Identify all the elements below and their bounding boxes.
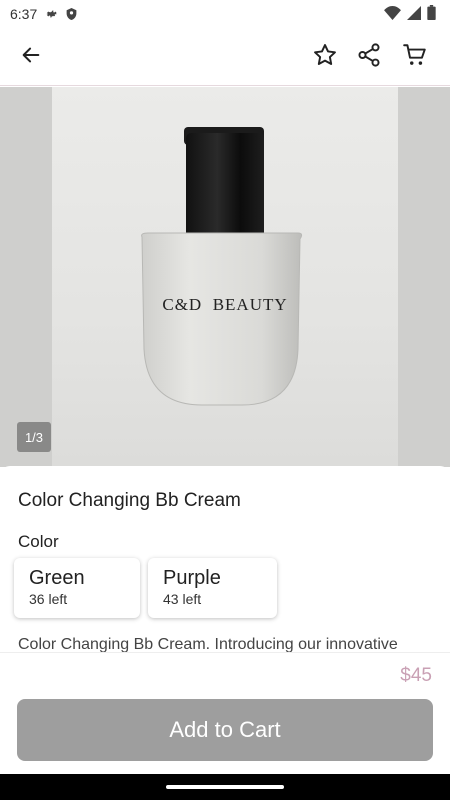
gallery-side-right <box>398 87 450 467</box>
color-label: Color <box>18 532 59 551</box>
wifi-icon <box>384 5 401 23</box>
gallery-side-left <box>0 87 52 467</box>
system-navigation-bar <box>0 774 450 800</box>
cart-button[interactable] <box>398 40 432 74</box>
purchase-footer: $45 Add to Cart <box>0 652 450 774</box>
favorite-button[interactable] <box>308 40 342 74</box>
add-to-cart-button[interactable]: Add to Cart <box>17 699 433 761</box>
back-button[interactable] <box>14 40 48 74</box>
battery-icon <box>427 5 436 23</box>
product-photo <box>52 87 398 467</box>
share-icon <box>356 42 382 73</box>
gear-icon <box>45 7 59 21</box>
product-price: $45 <box>400 665 432 686</box>
product-title: Color Changing Bb Cream <box>18 490 241 511</box>
status-time: 6:37 <box>10 6 38 22</box>
color-option-name: Purple <box>163 567 221 589</box>
color-option-purple[interactable]: Purple 43 left <box>148 558 277 618</box>
color-option-stock: 43 left <box>163 591 202 607</box>
signal-icon <box>407 5 421 23</box>
product-image-gallery[interactable]: C&D BEAUTY 1/3 <box>0 87 450 467</box>
image-counter: 1/3 <box>17 422 51 452</box>
product-details-sheet: Color Changing Bb Cream Color Green 36 l… <box>0 466 450 652</box>
color-option-stock: 36 left <box>29 591 68 607</box>
share-button[interactable] <box>352 40 386 74</box>
color-option-green[interactable]: Green 36 left <box>14 558 140 618</box>
color-option-name: Green <box>29 567 85 589</box>
product-description: Color Changing Bb Cream. Introducing our… <box>18 636 398 652</box>
star-icon <box>312 42 338 73</box>
status-bar: 6:37 <box>0 0 450 28</box>
home-gesture-handle[interactable] <box>166 785 284 789</box>
shield-icon <box>65 7 78 21</box>
product-brand-label: C&D BEAUTY <box>162 295 288 314</box>
back-arrow-icon <box>20 44 42 71</box>
cart-icon <box>402 42 428 73</box>
app-bar <box>0 28 450 86</box>
